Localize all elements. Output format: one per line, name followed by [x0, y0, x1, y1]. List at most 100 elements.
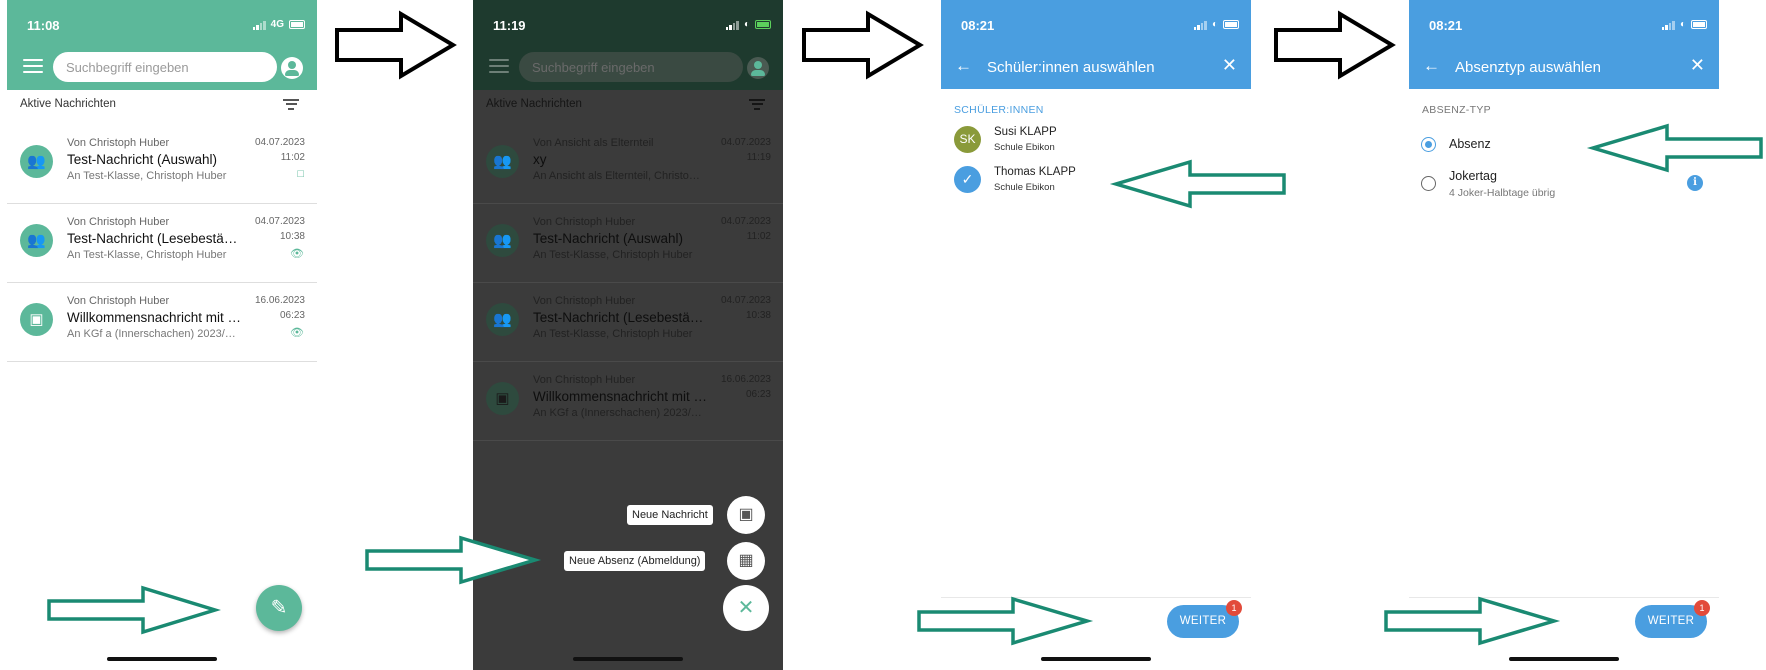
home-indicator [107, 657, 217, 661]
search-input: Suchbegriff eingeben [519, 52, 743, 82]
chat-icon: ▣ [738, 506, 754, 523]
filter-icon[interactable] [283, 99, 299, 111]
student-name: Susi KLAPP [994, 126, 1057, 138]
message-date: 16.06.2023 [254, 295, 305, 306]
message-date: 04.07.2023 [720, 137, 771, 148]
list-item[interactable]: ▣ Von Christoph Huber Willkommensnachric… [7, 283, 317, 362]
new-absence-button[interactable]: ▦ [727, 542, 765, 580]
list-item[interactable]: 👥 Von Christoph Huber Test-Nachricht (Le… [7, 204, 317, 283]
new-message-label[interactable]: Neue Nachricht [627, 505, 713, 525]
message-date: 04.07.2023 [720, 295, 771, 306]
arrow-right-icon [365, 535, 542, 585]
chat-icon: ▣ [486, 382, 519, 415]
message-time: 11:19 [746, 152, 771, 163]
status-icons: ◐ [1661, 19, 1707, 30]
battery-icon [1223, 20, 1239, 29]
status-time: 08:21 [1429, 18, 1463, 33]
compose-button[interactable]: ✎ [256, 585, 302, 631]
section-label: ABSENZ-TYP [1422, 104, 1491, 116]
message-recipients: An Test-Klasse, Christoph Huber [533, 249, 693, 261]
message-date: 04.07.2023 [254, 216, 305, 227]
new-absence-label[interactable]: Neue Absenz (Abmeldung) [564, 551, 706, 571]
message-title: xy [533, 152, 547, 167]
message-recipients: An Test-Klasse, Christoph Huber [67, 170, 227, 182]
list-item[interactable]: 👥 Von Christoph Huber Test-Nachricht (Au… [7, 125, 317, 204]
message-recipients: An Test-Klasse, Christoph Huber [67, 249, 227, 261]
message-date: 04.07.2023 [254, 137, 305, 148]
close-icon[interactable]: ✕ [1222, 55, 1237, 76]
message-title: Willkommensnachricht mit … [533, 389, 708, 404]
profile-icon [747, 57, 769, 79]
absenz-radio[interactable] [1421, 137, 1436, 152]
battery-icon [289, 20, 305, 29]
app-header: 08:21 ◐ ← Absenztyp auswählen ✕ [1409, 0, 1719, 89]
message-title: Test-Nachricht (Auswahl) [67, 152, 218, 167]
arrow-right-icon [802, 10, 924, 80]
wifi-icon: ◐ [743, 19, 750, 30]
message-time: 11:02 [746, 231, 771, 242]
search-header: Suchbegriff eingeben [473, 45, 783, 90]
home-indicator [1509, 657, 1619, 661]
home-indicator [573, 657, 683, 661]
student-name: Thomas KLAPP [994, 166, 1076, 178]
arrow-right-icon [917, 596, 1094, 646]
status-time: 11:19 [493, 18, 526, 33]
message-sender: Von Christoph Huber [533, 216, 636, 228]
message-title: Test-Nachricht (Lesebestä… [67, 231, 238, 246]
message-sender: Von Ansicht als Elternteil [533, 137, 654, 149]
selection-count-badge: 1 [1226, 600, 1242, 616]
message-title: Test-Nachricht (Lesebestä… [533, 310, 704, 325]
search-header: Suchbegriff eingeben [7, 45, 317, 90]
option-label[interactable]: Jokertag [1449, 169, 1497, 183]
page-title: Schüler:innen auswählen [987, 59, 1155, 76]
wifi-icon: ◐ [1211, 19, 1218, 30]
info-icon[interactable]: i [1687, 175, 1703, 191]
status-icons: 4G [252, 19, 305, 30]
eye-icon: 👁 [290, 248, 304, 260]
signal-icon [252, 20, 266, 30]
message-sender: Von Christoph Huber [533, 374, 636, 386]
message-recipients: An Test-Klasse, Christoph Huber [533, 328, 693, 340]
signal-icon [1193, 20, 1207, 30]
list-item: 👥 Von Ansicht als Elternteil xy An Ansic… [473, 125, 783, 204]
arrow-right-icon [1274, 10, 1396, 80]
back-icon[interactable]: ← [1423, 56, 1440, 76]
calendar-cancel-icon: ▦ [738, 552, 754, 569]
pencil-icon: ✎ [270, 597, 288, 619]
arrow-left-icon [1109, 159, 1286, 209]
signal-icon [725, 20, 739, 30]
home-indicator [1041, 657, 1151, 661]
search-input[interactable]: Suchbegriff eingeben [53, 52, 277, 82]
wifi-icon: ◐ [1679, 19, 1686, 30]
profile-icon[interactable] [281, 57, 303, 79]
jokertag-radio[interactable] [1421, 176, 1436, 191]
message-time: 10:38 [279, 231, 305, 242]
message-recipients: An KGf a (Innerschachen) 2023/… [67, 328, 236, 340]
new-message-button[interactable]: ▣ [727, 496, 765, 534]
close-icon: ✕ [737, 597, 755, 619]
back-icon[interactable]: ← [955, 56, 972, 76]
close-speed-dial-button[interactable]: ✕ [723, 585, 769, 631]
arrow-right-icon [47, 585, 221, 635]
message-time: 06:23 [279, 310, 305, 321]
message-recipients: An Ansicht als Elternteil, Christo… [533, 170, 700, 182]
section-label: SCHÜLER:INNEN [954, 104, 1044, 116]
selection-count-badge: 1 [1694, 600, 1710, 616]
message-time: 10:38 [745, 310, 771, 321]
page-title: Absenztyp auswählen [1455, 59, 1601, 76]
network-label: 4G [270, 19, 284, 30]
option-label[interactable]: Absenz [1449, 137, 1491, 151]
reply-icon: □ [297, 168, 304, 180]
message-date: 16.06.2023 [720, 374, 771, 385]
student-school: Schule Ebikon [994, 142, 1055, 153]
message-sender: Von Christoph Huber [67, 216, 170, 228]
list-item: ▣ Von Christoph Huber Willkommensnachric… [473, 362, 783, 441]
student-school: Schule Ebikon [994, 182, 1055, 193]
student-row[interactable]: SK Susi KLAPP Schule Ebikon [954, 124, 1244, 160]
option-sublabel: 4 Joker-Halbtage übrig [1449, 187, 1556, 199]
message-sender: Von Christoph Huber [67, 137, 170, 149]
menu-icon[interactable] [23, 59, 43, 74]
status-icons: ◐ [725, 19, 771, 30]
close-icon[interactable]: ✕ [1690, 55, 1705, 76]
message-date: 04.07.2023 [720, 216, 771, 227]
